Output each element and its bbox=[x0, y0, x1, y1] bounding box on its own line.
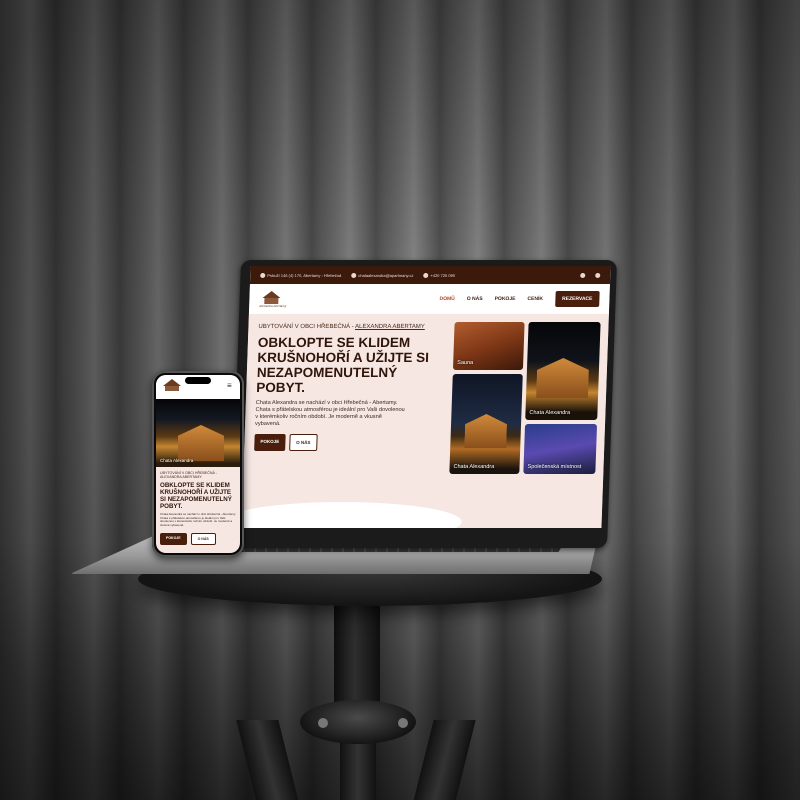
tile-label: Společenská místnost bbox=[527, 464, 582, 470]
tile-label: Chata Alexandra bbox=[453, 464, 495, 470]
email-icon bbox=[351, 272, 357, 278]
nav-about[interactable]: O NÁS bbox=[467, 296, 483, 302]
topbar-email[interactable]: chataalexandra@apartmany.cz bbox=[351, 272, 414, 278]
hero-wave bbox=[241, 502, 463, 528]
phone-description: Chata Alexandra se nachází v obci Hřebeč… bbox=[160, 511, 236, 528]
phone-logo[interactable] bbox=[162, 378, 184, 394]
email-text: chataalexandra@apartmany.cz bbox=[358, 272, 414, 278]
tile-label: Chata Alexandra bbox=[529, 410, 571, 416]
kicker-link[interactable]: ALEXANDRA ABERTAMY bbox=[355, 324, 425, 330]
phone-title: OBKLOPTE SE KLIDEM KRUŠNOHOŘÍ A UŽIJTE S… bbox=[160, 481, 232, 510]
gallery-tile-common-room[interactable]: Společenská místnost bbox=[523, 424, 598, 474]
phone-rooms-button[interactable]: POKOJE bbox=[160, 533, 187, 545]
nav-rooms[interactable]: POKOJE bbox=[495, 296, 516, 302]
site-navbar: Alexandra Abertamy DOMŮ O NÁS POKOJE CEN… bbox=[248, 284, 610, 314]
phone-about-button[interactable]: O NÁS bbox=[190, 533, 216, 545]
site-logo[interactable]: Alexandra Abertamy bbox=[259, 289, 286, 309]
topbar-phone[interactable]: +420 725 090 bbox=[423, 272, 456, 278]
phone-hero-image: Chata Alexandra bbox=[156, 399, 240, 467]
hamburger-menu-icon[interactable]: ≡ bbox=[227, 382, 235, 390]
instagram-icon[interactable] bbox=[580, 272, 586, 278]
image-caption: Chata Alexandra bbox=[160, 458, 194, 463]
kicker-prefix: UBYTOVÁNÍ V OBCI HŘEBEČNÁ - bbox=[258, 324, 356, 330]
phone-notch bbox=[185, 377, 211, 384]
location-icon bbox=[260, 272, 266, 278]
photo-gallery: Sauna Chata Alexandra Chata Alexandra Sp… bbox=[449, 322, 602, 478]
phone-kicker: UBYTOVÁNÍ V OBCI HŘEBEČNÁ - ALEXANDRA AB… bbox=[160, 471, 218, 480]
phone-text: +420 725 090 bbox=[430, 272, 456, 278]
laptop-screen: Pstruží 146 (4) 170, Abertamy - Hřebečná… bbox=[241, 266, 611, 528]
nav-home[interactable]: DOMŮ bbox=[439, 296, 454, 302]
bolt-icon bbox=[318, 718, 328, 728]
phone-screen: ≡ Chata Alexandra UBYTOVÁNÍ V OBCI HŘEBE… bbox=[156, 375, 240, 553]
hero-title: OBKLOPTE SE KLIDEM KRUŠNOHOŘÍ A UŽIJTE S… bbox=[256, 335, 430, 395]
reserve-button[interactable]: REZERVACE bbox=[554, 291, 600, 307]
chalet-image bbox=[178, 425, 224, 461]
nav-pricing[interactable]: CENÍK bbox=[527, 296, 543, 302]
house-logo-icon bbox=[163, 379, 181, 386]
rooms-button[interactable]: POKOJE bbox=[254, 434, 286, 451]
hero-section: UBYTOVÁNÍ V OBCI HŘEBEČNÁ - ALEXANDRA AB… bbox=[241, 314, 609, 528]
chalet-image bbox=[536, 358, 589, 398]
address-text: Pstruží 146 (4) 170, Abertamy - Hřebečná bbox=[267, 272, 342, 278]
chalet-image bbox=[464, 414, 507, 448]
facebook-icon[interactable] bbox=[595, 272, 601, 278]
hero-kicker: UBYTOVÁNÍ V OBCI HŘEBEČNÁ - ALEXANDRA AB… bbox=[258, 324, 448, 330]
site-topbar: Pstruží 146 (4) 170, Abertamy - Hřebečná… bbox=[249, 266, 611, 284]
topbar-address[interactable]: Pstruží 146 (4) 170, Abertamy - Hřebečná bbox=[260, 272, 342, 278]
gallery-tile-chalet-night[interactable]: Chata Alexandra bbox=[449, 374, 523, 474]
tile-label: Sauna bbox=[457, 360, 474, 366]
logo-text: Alexandra Abertamy bbox=[259, 304, 287, 308]
phone-icon bbox=[423, 272, 429, 278]
house-logo-icon bbox=[262, 291, 281, 298]
about-button[interactable]: O NÁS bbox=[288, 434, 318, 451]
bolt-icon bbox=[398, 718, 408, 728]
gallery-tile-chalet[interactable]: Chata Alexandra bbox=[525, 322, 601, 420]
hero-description: Chata Alexandra se nachází v obci Hřebeč… bbox=[254, 400, 405, 427]
gallery-tile-sauna[interactable]: Sauna bbox=[452, 322, 525, 370]
logo-house-body bbox=[165, 386, 179, 391]
